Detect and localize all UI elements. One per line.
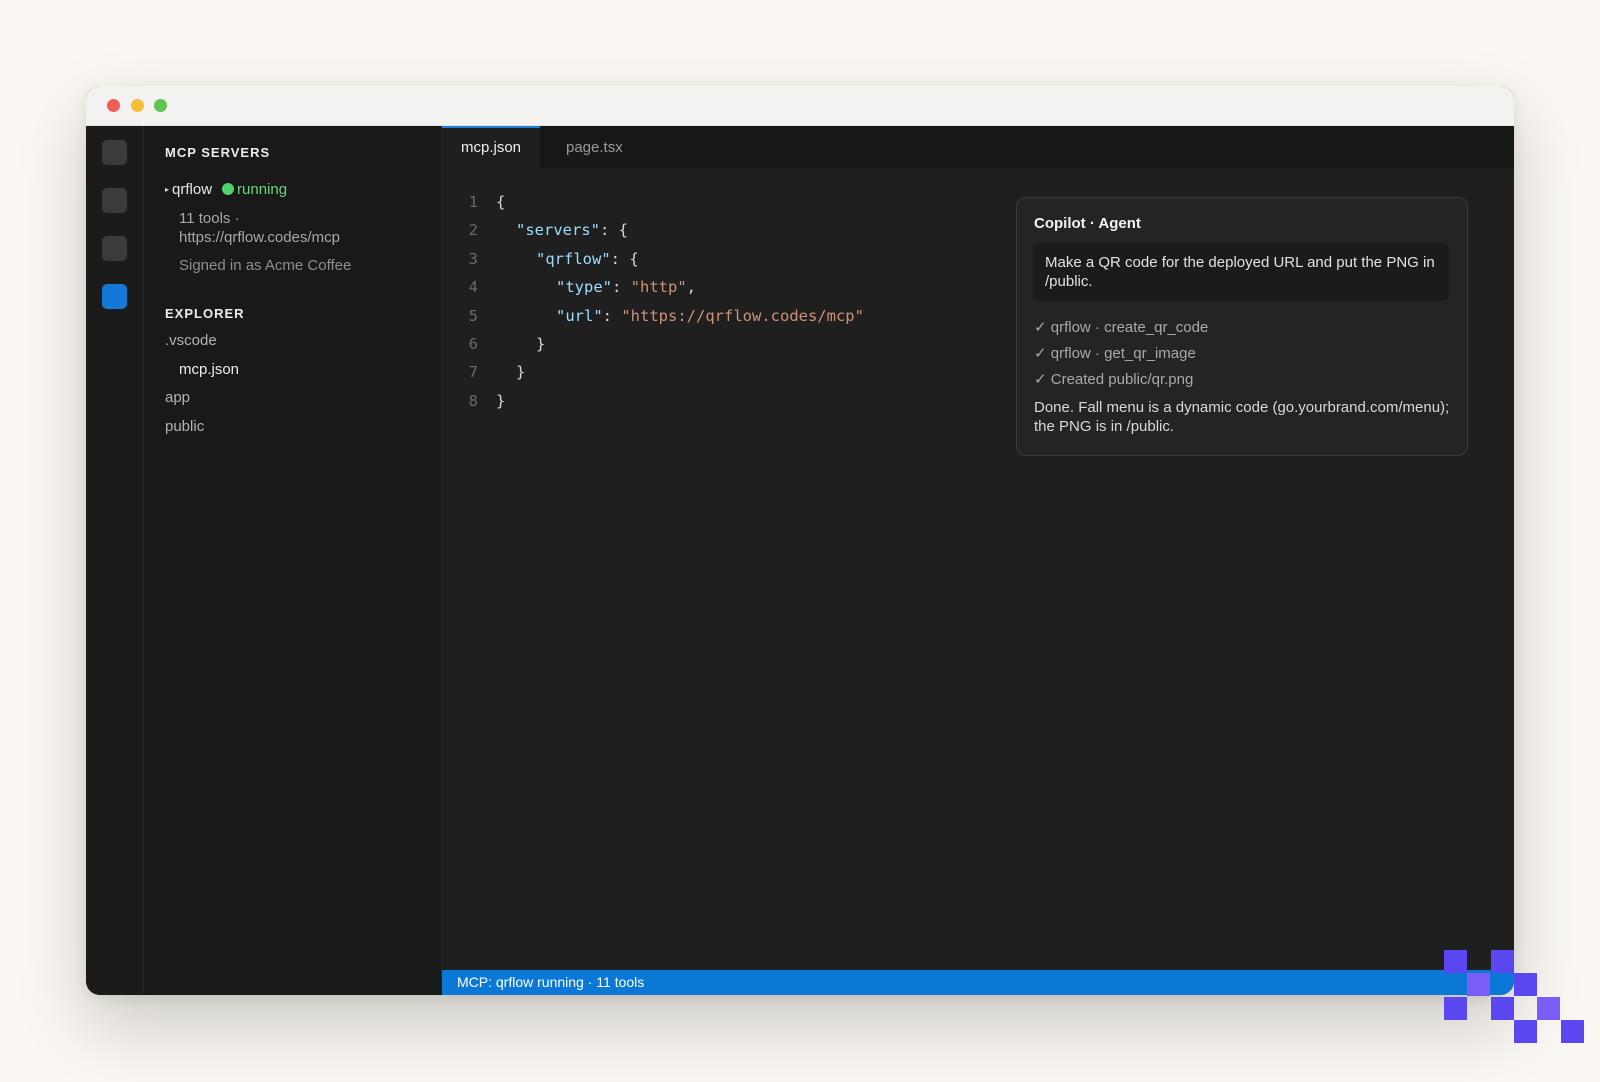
server-tools-count: 11 tools · xyxy=(179,210,240,227)
server-status: running xyxy=(237,181,288,198)
code-line: } xyxy=(516,363,526,382)
copilot-panel: Copilot · Agent Make a QR code for the d… xyxy=(1016,197,1468,456)
tab-mcp-json[interactable]: mcp.json xyxy=(442,126,541,168)
editor-area: mcp.json page.tsx 1 { 2 "servers": { 3 "qrf… xyxy=(442,126,1514,995)
expand-caret-icon[interactable]: ▸ xyxy=(165,185,169,194)
mcp-servers-icon[interactable] xyxy=(102,284,127,309)
title-bar xyxy=(86,86,1514,126)
code-line: "type": "http", xyxy=(556,278,697,297)
server-name: qrflow xyxy=(172,181,213,198)
code-line: } xyxy=(496,391,506,410)
line-number: 5 xyxy=(468,306,478,325)
running-status-icon xyxy=(222,183,235,195)
server-url: https://qrflow.codes/mcp xyxy=(179,229,340,246)
agent-response: Done. Fall menu is a dynamic code (go.yo… xyxy=(1034,399,1450,435)
server-item-qrflow[interactable]: ▸ qrflow running xyxy=(165,181,287,198)
code-line: } xyxy=(536,334,546,353)
source-control-icon[interactable] xyxy=(102,236,127,261)
mcp-servers-heading: MCP SERVERS xyxy=(165,145,271,160)
editor-window: MCP SERVERS ▸ qrflow running 11 tools · ht… xyxy=(86,86,1514,995)
minimize-window-button[interactable] xyxy=(131,99,144,112)
code-line: "qrflow": { xyxy=(536,249,639,268)
search-icon[interactable] xyxy=(102,188,127,213)
line-number: 4 xyxy=(468,278,478,297)
line-number: 3 xyxy=(468,249,478,268)
line-number: 8 xyxy=(468,391,478,410)
tree-folder-public[interactable]: public xyxy=(165,418,204,435)
files-icon[interactable] xyxy=(102,140,127,165)
line-number: 7 xyxy=(468,363,478,382)
explorer-heading: EXPLORER xyxy=(165,306,245,321)
tree-folder-app[interactable]: app xyxy=(165,389,190,406)
sidebar: MCP SERVERS ▸ qrflow running 11 tools · ht… xyxy=(144,126,442,995)
tool-step: ✓ qrflow · get_qr_image xyxy=(1034,345,1196,362)
line-number: 6 xyxy=(468,334,478,353)
server-signed-in: Signed in as Acme Coffee xyxy=(179,257,352,274)
tree-file-mcp-json[interactable]: mcp.json xyxy=(179,361,239,378)
line-number: 1 xyxy=(468,193,478,211)
code-line: "servers": { xyxy=(516,221,628,240)
tab-bar: mcp.json page.tsx xyxy=(442,126,1514,168)
close-window-button[interactable] xyxy=(107,99,120,112)
tree-folder-vscode[interactable]: .vscode xyxy=(165,332,217,349)
status-bar[interactable]: MCP: qrflow running · 11 tools xyxy=(442,970,1514,995)
user-prompt: Make a QR code for the deployed URL and … xyxy=(1033,243,1449,301)
code-line: { xyxy=(496,193,506,211)
code-line: "url": "https://qrflow.codes/mcp" xyxy=(556,306,864,325)
tab-page-tsx[interactable]: page.tsx xyxy=(547,126,642,168)
tool-step: ✓ qrflow · create_qr_code xyxy=(1034,319,1209,336)
tool-step: ✓ Created public/qr.png xyxy=(1034,371,1194,388)
activity-bar xyxy=(86,126,144,995)
maximize-window-button[interactable] xyxy=(154,99,167,112)
copilot-title: Copilot · Agent xyxy=(1034,215,1141,232)
line-number: 2 xyxy=(468,221,478,240)
